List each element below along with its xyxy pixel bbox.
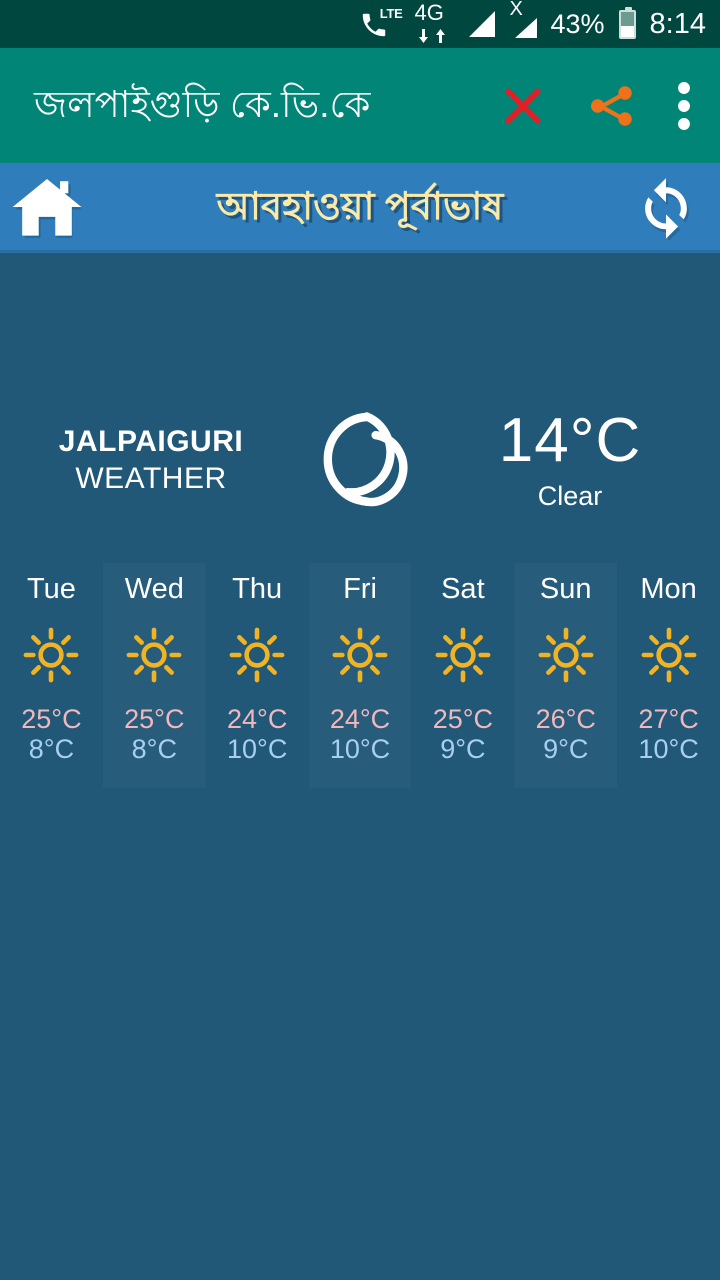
network-type-indicator: 4G — [413, 2, 455, 43]
close-button[interactable] — [496, 79, 550, 133]
sun-icon — [538, 627, 594, 683]
home-icon — [12, 178, 82, 238]
forecast-day-label: Wed — [124, 573, 184, 605]
forecast-low-temp: 10°C — [638, 734, 699, 765]
sub-header-title: আবহাওয়া পূর্বাভাষ — [216, 185, 504, 228]
forecast-icon-wrap — [640, 626, 698, 684]
no-service-label: X — [509, 0, 523, 20]
forecast-day-label: Mon — [640, 573, 697, 605]
sun-icon — [229, 627, 285, 683]
forecast-icon-wrap — [537, 626, 595, 684]
forecast-icon-wrap — [22, 626, 80, 684]
app-title: জলপাইগুড়ি কে.ভি.কে — [34, 84, 371, 126]
sub-header-bar: আবহাওয়া পূর্বাভাষ — [0, 163, 720, 253]
forecast-low-temp: 9°C — [543, 734, 589, 765]
clock-label: 8:14 — [649, 7, 706, 40]
forecast-day-2[interactable]: Thu 24°C 10°C — [206, 563, 309, 788]
forecast-day-label: Sun — [539, 573, 592, 605]
forecast-high-temp: 26°C — [535, 704, 596, 734]
forecast-day-3[interactable]: Fri 24°C 10°C — [309, 563, 412, 788]
battery-icon — [618, 6, 636, 39]
app-bar: জলপাইগুড়ি কে.ভি.কে — [0, 48, 720, 163]
forecast-low-temp: 8°C — [28, 734, 75, 765]
refresh-button[interactable] — [630, 174, 702, 240]
overflow-menu-icon — [678, 81, 690, 130]
sun-icon — [435, 627, 491, 683]
forecast-high-temp: 24°C — [226, 704, 288, 734]
share-icon — [590, 85, 632, 126]
forecast-high-temp: 24°C — [329, 704, 391, 734]
moon-icon — [323, 412, 408, 507]
data-transfer-arrows-icon — [418, 29, 445, 43]
current-temperature: 14°C — [498, 405, 642, 475]
current-condition-icon-wrap — [276, 408, 446, 512]
forecast-day-1[interactable]: Wed 25°C 8°C — [103, 563, 206, 788]
weather-app-screen: LTE 4G X 43% 8:14 জলপাইগুড়ি কে.ভি.কে আব… — [0, 0, 720, 1280]
current-subtitle-label: WEATHER — [75, 462, 227, 495]
forecast-icon-wrap — [331, 626, 389, 684]
forecast-day-label: Tue — [26, 573, 76, 605]
share-button[interactable] — [586, 80, 638, 132]
network-label: 4G — [414, 0, 444, 25]
forecast-day-0[interactable]: Tue 25°C 8°C — [0, 563, 103, 788]
phone-lte-icon: LTE — [359, 6, 403, 40]
forecast-day-label: Sat — [441, 573, 485, 605]
forecast-day-label: Thu — [232, 573, 283, 605]
current-location-block: JALPAIGURI WEATHER — [26, 423, 276, 498]
sun-icon — [332, 627, 388, 683]
forecast-low-temp: 8°C — [131, 734, 177, 765]
close-icon — [505, 87, 541, 124]
forecast-day-5[interactable]: Sun 26°C 9°C — [514, 563, 617, 788]
forecast-icon-wrap — [228, 626, 286, 684]
signal-bars-no-service-icon: X — [507, 0, 541, 40]
home-button[interactable] — [8, 172, 86, 242]
forecast-day-label: Fri — [343, 573, 377, 605]
status-bar: LTE 4G X 43% 8:14 — [0, 0, 720, 48]
forecast-strip: Tue 25°C 8°C Wed 25°C 8°C Thu 24°C 10°C … — [0, 563, 720, 788]
forecast-high-temp: 25°C — [21, 704, 82, 734]
forecast-icon-wrap — [434, 626, 492, 684]
forecast-low-temp: 9°C — [440, 734, 486, 765]
forecast-day-4[interactable]: Sat 25°C 9°C — [411, 563, 514, 788]
forecast-low-temp: 10°C — [226, 734, 288, 765]
current-conditions: JALPAIGURI WEATHER 14°C Clear — [0, 385, 720, 535]
signal-bars-icon — [465, 9, 497, 39]
lte-label: LTE — [379, 6, 403, 21]
current-temp-block: 14°C Clear — [446, 408, 694, 512]
sun-icon — [126, 627, 182, 683]
sun-icon — [23, 627, 79, 683]
forecast-high-temp: 27°C — [638, 704, 699, 734]
current-city-label: JALPAIGURI — [58, 424, 244, 458]
forecast-low-temp: 10°C — [329, 734, 391, 765]
forecast-high-temp: 25°C — [432, 704, 494, 734]
forecast-icon-wrap — [125, 626, 183, 684]
current-description: Clear — [537, 481, 603, 512]
refresh-icon — [645, 177, 689, 240]
forecast-day-6[interactable]: Mon 27°C 10°C — [617, 563, 720, 788]
overflow-menu-button[interactable] — [674, 79, 694, 133]
sun-icon — [641, 627, 697, 683]
forecast-high-temp: 25°C — [124, 704, 185, 734]
app-bar-actions — [496, 79, 702, 133]
battery-percent-label: 43% — [550, 8, 605, 39]
